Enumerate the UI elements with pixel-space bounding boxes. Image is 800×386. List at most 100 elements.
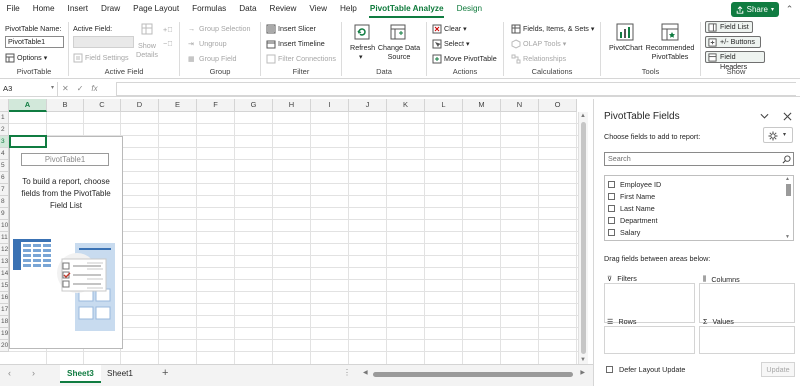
close-icon[interactable] — [783, 112, 792, 121]
change-data-source-button[interactable]: Change Data Source — [377, 43, 421, 61]
column-header-m[interactable]: M — [463, 99, 501, 112]
defer-layout-update[interactable]: Defer Layout Update — [606, 365, 685, 374]
checkbox[interactable] — [608, 228, 615, 236]
horizontal-scroll-thumb[interactable] — [373, 372, 573, 377]
row-header-11[interactable]: 11 — [0, 232, 9, 244]
row-header-15[interactable]: 15 — [0, 280, 9, 292]
field-item-employee-id[interactable]: Employee ID — [608, 178, 661, 190]
defer-checkbox[interactable] — [606, 366, 613, 373]
row-header-9[interactable]: 9 — [0, 208, 9, 220]
active-field-input[interactable] — [73, 36, 134, 48]
sheet-tab-sheet3[interactable]: Sheet3 — [60, 365, 101, 383]
column-header-b[interactable]: B — [47, 99, 84, 112]
field-headers-toggle[interactable]: Field Headers — [705, 51, 765, 71]
horizontal-scrollbar[interactable]: ◀ ▶ — [363, 370, 585, 379]
clear-button[interactable]: Clear ▾ — [432, 24, 467, 34]
pivottable-name-input[interactable]: PivotTable1 — [5, 36, 64, 48]
column-header-g[interactable]: G — [235, 99, 273, 112]
ungroup-button[interactable]: ⇥ Ungroup — [188, 39, 227, 48]
checkbox[interactable] — [608, 180, 615, 188]
tab-view[interactable]: View — [303, 0, 334, 19]
column-header-d[interactable]: D — [121, 99, 159, 112]
row-header-8[interactable]: 8 — [0, 196, 9, 208]
row-header-4[interactable]: 4 — [0, 148, 9, 160]
row-header-1[interactable]: 1 — [0, 112, 9, 124]
tab-split-dots-icon[interactable]: ⋮ — [343, 368, 351, 377]
tab-file[interactable]: File — [0, 0, 26, 19]
scroll-left-icon[interactable]: ◀ — [363, 369, 368, 376]
enter-icon[interactable]: ✓ — [77, 82, 84, 96]
show-details-button[interactable]: Show Details — [136, 41, 158, 59]
recommended-pivottables-button[interactable]: Recommended PivotTables — [645, 43, 695, 61]
refresh-button[interactable]: Refresh — [350, 43, 375, 52]
column-header-c[interactable]: C — [84, 99, 121, 112]
column-header-k[interactable]: K — [387, 99, 425, 112]
insert-slicer-button[interactable]: Insert Slicer — [266, 24, 316, 34]
tab-draw[interactable]: Draw — [95, 0, 127, 19]
field-item-last-name[interactable]: Last Name — [608, 202, 655, 214]
field-item-department[interactable]: Department — [608, 214, 658, 226]
tab-formulas[interactable]: Formulas — [186, 0, 233, 19]
collapse-ribbon-icon[interactable]: ⌃ — [783, 3, 796, 17]
select-button[interactable]: Select ▾ — [432, 39, 470, 49]
add-sheet-button[interactable]: + — [162, 367, 168, 379]
formula-input[interactable] — [116, 82, 796, 96]
row-header-2[interactable]: 2 — [0, 124, 9, 136]
expand-field-icon[interactable]: +⃞ — [163, 25, 173, 34]
column-header-i[interactable]: I — [311, 99, 349, 112]
next-sheet-icon[interactable]: › — [32, 368, 35, 378]
prev-sheet-icon[interactable]: ‹ — [8, 368, 11, 378]
select-all-corner[interactable] — [0, 99, 9, 112]
column-header-a[interactable]: A — [9, 99, 47, 112]
row-header-7[interactable]: 7 — [0, 184, 9, 196]
relationships-button[interactable]: Relationships — [511, 54, 566, 64]
field-settings-button[interactable]: Field Settings — [73, 53, 129, 63]
scroll-down-icon[interactable]: ▼ — [580, 357, 586, 363]
row-header-13[interactable]: 13 — [0, 256, 9, 268]
column-header-j[interactable]: J — [349, 99, 387, 112]
column-header-l[interactable]: L — [425, 99, 463, 112]
scroll-right-icon[interactable]: ▶ — [580, 369, 585, 376]
active-cell[interactable] — [9, 135, 47, 148]
field-scroll-thumb[interactable] — [786, 184, 791, 196]
row-header-17[interactable]: 17 — [0, 304, 9, 316]
tab-data[interactable]: Data — [233, 0, 263, 19]
tab-pivottable-analyze[interactable]: PivotTable Analyze — [363, 0, 450, 19]
field-list-toggle[interactable]: Field List — [705, 21, 753, 33]
field-item-salary[interactable]: Salary — [608, 226, 640, 238]
group-selection-button[interactable]: → Group Selection — [188, 24, 251, 33]
name-box[interactable]: A3 — [0, 82, 58, 96]
tab-insert[interactable]: Insert — [61, 0, 94, 19]
column-header-h[interactable]: H — [273, 99, 311, 112]
row-header-14[interactable]: 14 — [0, 268, 9, 280]
update-button[interactable]: Update — [761, 362, 795, 377]
row-header-19[interactable]: 19 — [0, 328, 9, 340]
pivottable-placeholder[interactable] — [9, 136, 123, 349]
tools-gear-button[interactable]: ▾ — [763, 127, 793, 143]
row-header-20[interactable]: 20 — [0, 340, 9, 352]
buttons-toggle[interactable]: +/- Buttons — [705, 36, 761, 48]
collapse-field-icon[interactable]: −⃞ — [163, 39, 173, 48]
row-header-3[interactable]: 3 — [0, 136, 9, 148]
row-header-18[interactable]: 18 — [0, 316, 9, 328]
field-scroll-up-icon[interactable]: ▲ — [785, 176, 790, 182]
tab-review[interactable]: Review — [263, 0, 303, 19]
search-icon[interactable] — [782, 155, 791, 164]
tab-design[interactable]: Design — [450, 0, 489, 19]
refresh-chevron-icon[interactable]: ▾ — [359, 52, 363, 61]
vertical-scroll-thumb[interactable] — [581, 122, 586, 354]
column-header-e[interactable]: E — [159, 99, 197, 112]
values-drop-area[interactable] — [699, 326, 795, 354]
pivotchart-button[interactable]: PivotChart — [609, 43, 643, 52]
sheet-tab-sheet1[interactable]: Sheet1 — [100, 365, 140, 383]
field-search-input[interactable]: Search — [604, 152, 794, 166]
checkbox[interactable] — [608, 204, 615, 212]
rows-drop-area[interactable] — [604, 326, 695, 354]
field-list-scrollbar[interactable]: ▲ ▼ — [785, 176, 792, 240]
row-header-12[interactable]: 12 — [0, 244, 9, 256]
row-header-5[interactable]: 5 — [0, 160, 9, 172]
pane-options-chevron-icon[interactable] — [760, 113, 769, 120]
column-header-n[interactable]: N — [501, 99, 539, 112]
filter-connections-button[interactable]: Filter Connections — [266, 54, 336, 64]
tab-page-layout[interactable]: Page Layout — [127, 0, 186, 19]
